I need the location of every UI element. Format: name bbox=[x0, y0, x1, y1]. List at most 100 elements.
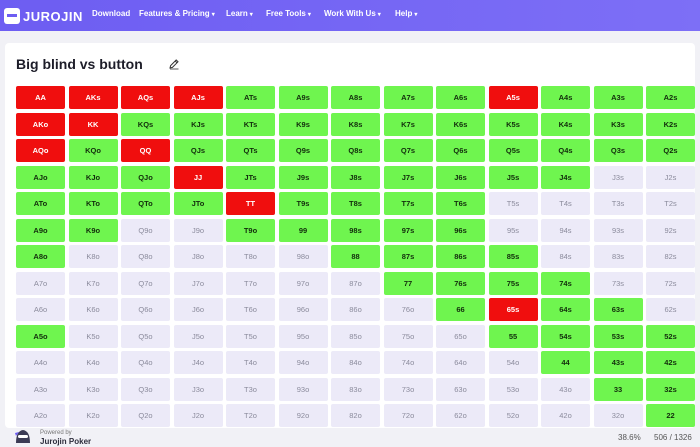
hand-cell[interactable]: 43o bbox=[541, 377, 590, 401]
hand-cell[interactable]: 33 bbox=[593, 377, 643, 401]
hand-cell[interactable]: A5o bbox=[16, 324, 65, 348]
hand-cell[interactable]: K2o bbox=[68, 404, 118, 427]
hand-cell[interactable]: Q8o bbox=[121, 245, 170, 268]
brand-name[interactable]: Jurojin Poker bbox=[40, 437, 91, 446]
hand-cell[interactable]: Q4o bbox=[121, 351, 170, 374]
hand-cell[interactable]: J8s bbox=[331, 165, 380, 189]
hand-cell[interactable]: 93s bbox=[593, 218, 643, 242]
hand-cell[interactable]: KK bbox=[68, 112, 118, 136]
hand-cell[interactable]: 73s bbox=[593, 271, 643, 295]
hand-cell[interactable]: 74o bbox=[383, 351, 433, 374]
hand-cell[interactable]: K8s bbox=[331, 112, 380, 136]
hand-cell[interactable]: 53s bbox=[593, 324, 643, 348]
hand-cell[interactable]: 84o bbox=[331, 351, 380, 374]
hand-cell[interactable]: 65o bbox=[436, 324, 485, 348]
hand-cell[interactable]: Q5s bbox=[488, 139, 538, 162]
hand-cell[interactable]: Q8s bbox=[331, 139, 380, 162]
hand-cell[interactable]: 54o bbox=[488, 351, 538, 374]
hand-cell[interactable]: K2s bbox=[646, 112, 695, 136]
hand-cell[interactable]: 82o bbox=[331, 404, 380, 427]
hand-cell[interactable]: 82s bbox=[646, 245, 695, 268]
hand-cell[interactable]: K9s bbox=[278, 112, 328, 136]
hand-cell[interactable]: A7o bbox=[16, 271, 65, 295]
nav-free-tools[interactable]: Free Tools ▾ bbox=[266, 9, 311, 18]
hand-cell[interactable]: A2s bbox=[646, 86, 695, 109]
hand-cell[interactable]: T8s bbox=[331, 192, 380, 215]
hand-cell[interactable]: TT bbox=[226, 192, 275, 215]
hand-cell[interactable]: 87o bbox=[331, 271, 380, 295]
hand-cell[interactable]: T5s bbox=[488, 192, 538, 215]
hand-cell[interactable]: 95o bbox=[278, 324, 328, 348]
hand-cell[interactable]: K5s bbox=[488, 112, 538, 136]
hand-cell[interactable]: Q5o bbox=[121, 324, 170, 348]
hand-cell[interactable]: 44 bbox=[541, 351, 590, 374]
hand-cell[interactable]: J3s bbox=[593, 165, 643, 189]
hand-cell[interactable]: 83o bbox=[331, 377, 380, 401]
hand-cell[interactable]: T6s bbox=[436, 192, 485, 215]
hand-cell[interactable]: A2o bbox=[16, 404, 65, 427]
hand-cell[interactable]: A6s bbox=[436, 86, 485, 109]
hand-cell[interactable]: 76o bbox=[383, 298, 433, 321]
hand-cell[interactable]: J5o bbox=[173, 324, 223, 348]
hand-cell[interactable]: KJs bbox=[173, 112, 223, 136]
hand-cell[interactable]: KTo bbox=[68, 192, 118, 215]
hand-cell[interactable]: J6s bbox=[436, 165, 485, 189]
nav-work-with-us[interactable]: Work With Us ▾ bbox=[324, 9, 381, 18]
hand-cell[interactable]: QJs bbox=[173, 139, 223, 162]
hand-cell[interactable]: J6o bbox=[173, 298, 223, 321]
hand-cell[interactable]: 84s bbox=[541, 245, 590, 268]
hand-cell[interactable]: 63s bbox=[593, 298, 643, 321]
hand-cell[interactable]: T9o bbox=[226, 218, 275, 242]
hand-cell[interactable]: KQo bbox=[68, 139, 118, 162]
hand-cell[interactable]: 76s bbox=[436, 271, 485, 295]
hand-cell[interactable]: KTs bbox=[226, 112, 275, 136]
hand-cell[interactable]: 99 bbox=[278, 218, 328, 242]
hand-cell[interactable]: J4s bbox=[541, 165, 590, 189]
hand-cell[interactable]: 92o bbox=[278, 404, 328, 427]
hand-cell[interactable]: 73o bbox=[383, 377, 433, 401]
hand-cell[interactable]: 75o bbox=[383, 324, 433, 348]
hand-cell[interactable]: 22 bbox=[646, 404, 695, 427]
hand-cell[interactable]: K4s bbox=[541, 112, 590, 136]
hand-cell[interactable]: K6o bbox=[68, 298, 118, 321]
hand-cell[interactable]: Q3o bbox=[121, 377, 170, 401]
hand-cell[interactable]: 98s bbox=[331, 218, 380, 242]
hand-cell[interactable]: 32o bbox=[593, 404, 643, 427]
hand-cell[interactable]: 83s bbox=[593, 245, 643, 268]
hand-cell[interactable]: 62s bbox=[646, 298, 695, 321]
hand-cell[interactable]: J7s bbox=[383, 165, 433, 189]
hand-cell[interactable]: AJo bbox=[16, 165, 65, 189]
hand-cell[interactable]: 53o bbox=[488, 377, 538, 401]
jurojin-logo[interactable]: JUROJIN bbox=[4, 6, 83, 26]
hand-cell[interactable]: AJs bbox=[173, 86, 223, 109]
hand-cell[interactable]: 43s bbox=[593, 351, 643, 374]
hand-cell[interactable]: QTs bbox=[226, 139, 275, 162]
hand-cell[interactable]: A8s bbox=[331, 86, 380, 109]
hand-cell[interactable]: K5o bbox=[68, 324, 118, 348]
hand-cell[interactable]: T6o bbox=[226, 298, 275, 321]
hand-cell[interactable]: JTo bbox=[173, 192, 223, 215]
hand-cell[interactable]: 96o bbox=[278, 298, 328, 321]
hand-cell[interactable]: J9o bbox=[173, 218, 223, 242]
hand-cell[interactable]: J9s bbox=[278, 165, 328, 189]
hand-cell[interactable]: 42s bbox=[646, 351, 695, 374]
hand-cell[interactable]: 87s bbox=[383, 245, 433, 268]
hand-cell[interactable]: 74s bbox=[541, 271, 590, 295]
hand-cell[interactable]: T2s bbox=[646, 192, 695, 215]
hand-cell[interactable]: T4o bbox=[226, 351, 275, 374]
hand-cell[interactable]: 64o bbox=[436, 351, 485, 374]
hand-cell[interactable]: 95s bbox=[488, 218, 538, 242]
hand-cell[interactable]: K7o bbox=[68, 271, 118, 295]
hand-cell[interactable]: AKo bbox=[16, 112, 65, 136]
hand-cell[interactable]: 97o bbox=[278, 271, 328, 295]
hand-cell[interactable]: A8o bbox=[16, 245, 65, 268]
hand-cell[interactable]: A4s bbox=[541, 86, 590, 109]
nav-learn[interactable]: Learn ▾ bbox=[226, 9, 253, 18]
hand-cell[interactable]: 77 bbox=[383, 271, 433, 295]
hand-cell[interactable]: A9s bbox=[278, 86, 328, 109]
hand-cell[interactable]: K4o bbox=[68, 351, 118, 374]
hand-cell[interactable]: 72o bbox=[383, 404, 433, 427]
hand-cell[interactable]: T2o bbox=[226, 404, 275, 427]
hand-cell[interactable]: K3s bbox=[593, 112, 643, 136]
hand-cell[interactable]: J4o bbox=[173, 351, 223, 374]
